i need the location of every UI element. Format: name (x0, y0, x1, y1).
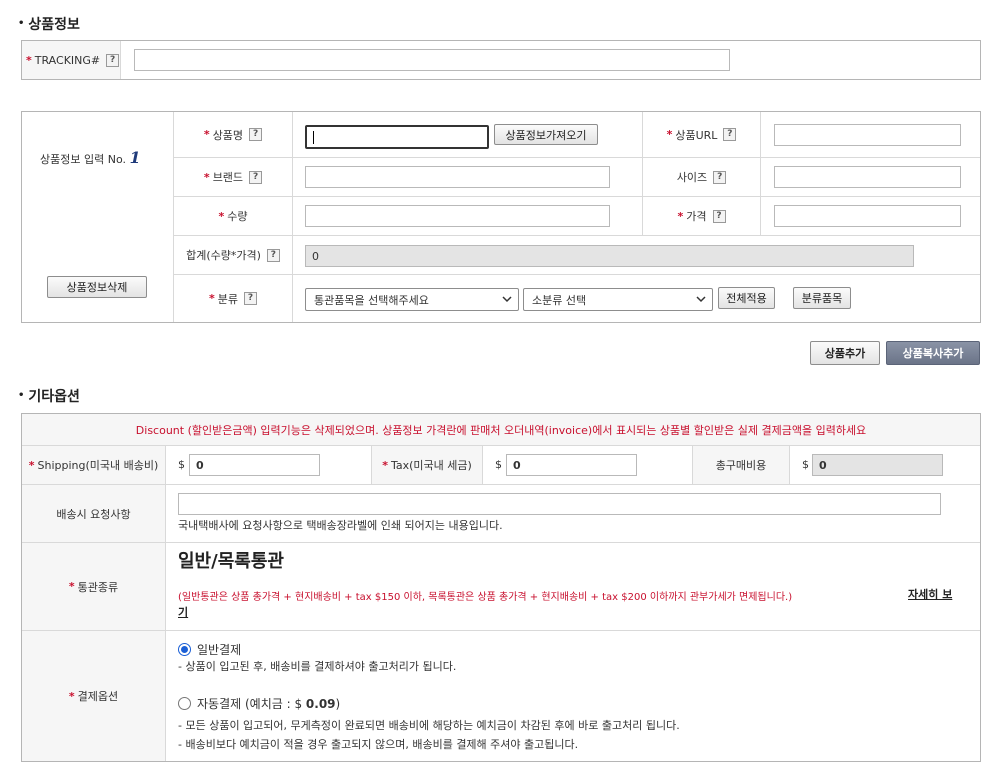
total-purchase-label: 총구매비용 (715, 459, 767, 472)
deposit-amount: 0.09 (305, 697, 336, 711)
delete-product-button[interactable]: 상품정보삭제 (47, 276, 147, 298)
product-name-label: * 상품명? (174, 112, 292, 157)
quantity-input[interactable] (305, 205, 610, 227)
quantity-label: * 수량 (218, 209, 248, 224)
fetch-product-button[interactable]: 상품정보가져오기 (494, 124, 598, 145)
brand-input[interactable] (305, 166, 610, 188)
subcategory-select[interactable]: 소분류 선택 (523, 288, 713, 311)
tracking-input[interactable] (134, 49, 730, 71)
delivery-request-label: 배송시 요청사항 (56, 507, 131, 521)
currency-symbol: $ (495, 458, 502, 471)
size-label: 사이즈? (643, 158, 760, 196)
category-label: * 분류? (174, 275, 292, 322)
payment-normal-desc: - 상품이 입고된 후, 배송비를 결제하셔야 출고처리가 됩니다. (178, 660, 457, 673)
other-options-title: • 기타옵션 (18, 389, 80, 405)
payment-normal-label[interactable]: 일반결제 (197, 641, 241, 658)
apply-all-button[interactable]: 전체적용 (718, 287, 775, 309)
payment-normal-radio[interactable] (178, 643, 191, 656)
product-info-title: • 상품정보 (18, 17, 80, 33)
currency-symbol: $ (178, 458, 185, 471)
help-icon[interactable]: ? (712, 209, 726, 223)
brand-label: * 브랜드? (174, 158, 292, 196)
tracking-label: * TRACKING#? (26, 41, 120, 79)
category-select[interactable]: 통관품목을 선택해주세요 (305, 288, 519, 311)
size-input[interactable] (774, 166, 961, 188)
customs-more-link-line1[interactable]: 자세히 보 (908, 586, 952, 602)
customs-type: 일반/목록통관 (178, 551, 284, 572)
payment-auto-desc-2: - 배송비보다 예치금이 적을 경우 출고되지 않으며, 배송비를 결제해 주셔… (178, 738, 579, 751)
delivery-request-note: 국내택배사에 요청사항으로 택배송장라벨에 인쇄 되어지는 내용입니다. (178, 519, 503, 532)
payment-auto-desc-1: - 모든 상품이 입고되어, 무게측정이 완료되면 배송비에 해당하는 예치금이… (178, 719, 680, 732)
product-url-label: * 상품URL? (643, 112, 760, 157)
price-label: * 가격? (643, 197, 760, 235)
help-icon[interactable]: ? (106, 53, 120, 67)
help-icon[interactable]: ? (266, 248, 280, 262)
add-product-button[interactable]: 상품추가 (810, 341, 880, 365)
category-items-button[interactable]: 분류품목 (793, 287, 851, 309)
help-icon[interactable]: ? (723, 128, 737, 141)
price-input[interactable] (774, 205, 961, 227)
payment-auto-label[interactable]: 자동결제 (예치금 : $ 0.09) (197, 695, 340, 712)
chevron-down-icon (502, 296, 512, 303)
total-purchase-field: 0 (812, 454, 943, 476)
help-icon[interactable]: ? (244, 292, 257, 305)
total-label: 합계(수량*가격)? (174, 236, 292, 274)
customs-more-link-line2[interactable]: 기 (178, 604, 188, 620)
help-icon[interactable]: ? (249, 128, 263, 141)
tax-label: * Tax(미국내 세금) (382, 458, 472, 473)
discount-notice: Discount (할인받은금액) 입력기능은 삭제되었으며. 상품정보 가격란… (135, 423, 867, 437)
copy-add-product-button[interactable]: 상품복사추가 (886, 341, 980, 365)
customs-label: * 통관종류 (68, 580, 119, 594)
payment-auto-radio[interactable] (178, 697, 191, 710)
product-item-number: 1 (129, 148, 141, 167)
shipping-label: * Shipping(미국내 배송비) (28, 458, 159, 473)
tax-input[interactable]: 0 (506, 454, 637, 476)
delivery-request-input[interactable] (178, 493, 941, 515)
product-url-input[interactable] (774, 124, 961, 146)
payment-label: * 결제옵션 (68, 689, 119, 704)
shipping-input[interactable]: 0 (189, 454, 320, 476)
chevron-down-icon (696, 296, 706, 303)
customs-note: (일반통관은 상품 총가격 + 현지배송비 + tax $150 이하, 목록통… (178, 592, 793, 603)
product-item-header: 상품정보 입력 No. 1 (40, 148, 141, 167)
currency-symbol: $ (802, 458, 809, 471)
total-field: 0 (305, 245, 914, 267)
help-icon[interactable]: ? (713, 170, 727, 184)
product-name-input[interactable] (305, 125, 489, 149)
help-icon[interactable]: ? (249, 170, 263, 184)
